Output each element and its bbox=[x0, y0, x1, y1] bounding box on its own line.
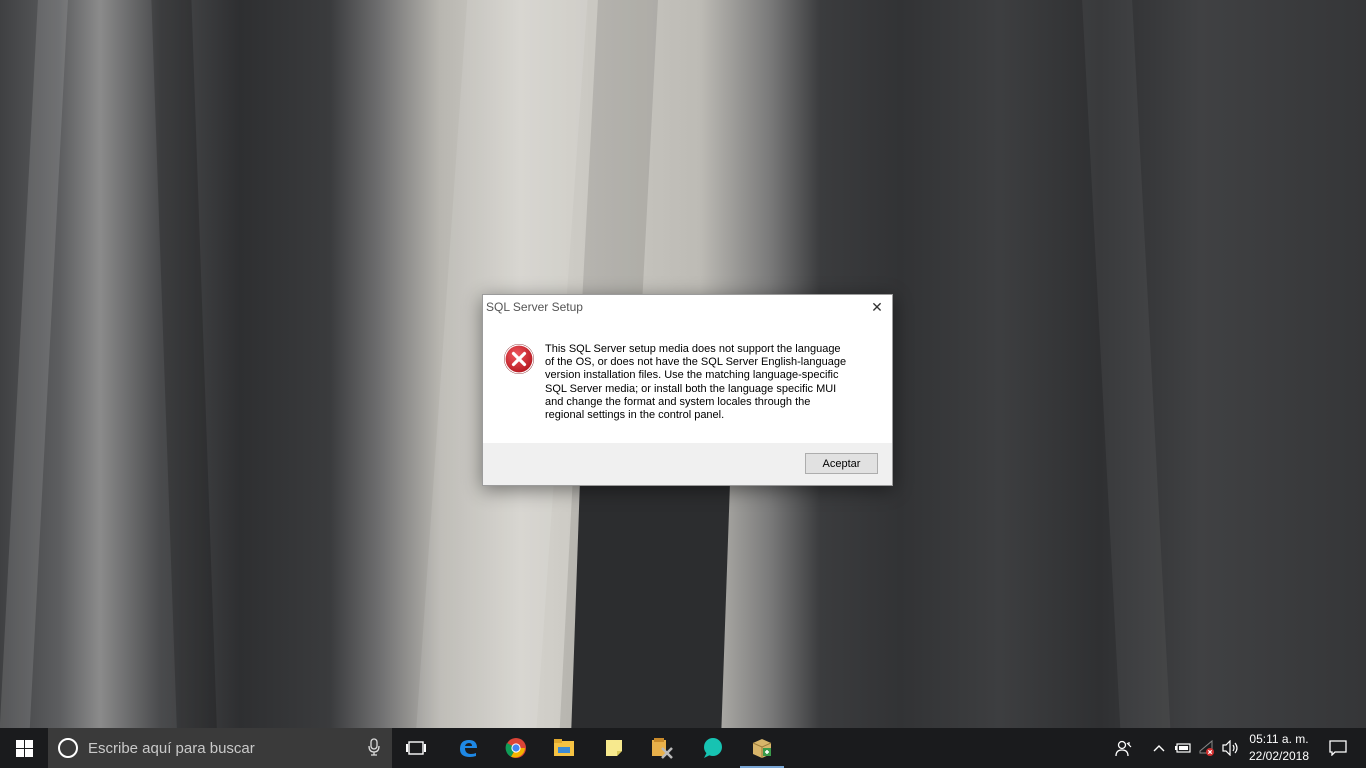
battery-icon bbox=[1175, 743, 1191, 753]
file-explorer-icon bbox=[554, 739, 574, 756]
sticky-notes-icon bbox=[606, 740, 622, 756]
wallpaper-rock-streak bbox=[0, 0, 70, 728]
cortana-icon bbox=[58, 738, 78, 758]
windows-logo-icon bbox=[15, 739, 33, 757]
network-button[interactable] bbox=[1196, 728, 1218, 768]
package-installer-icon bbox=[752, 739, 772, 758]
task-view-button[interactable] bbox=[392, 728, 440, 768]
task-view-icon bbox=[406, 741, 426, 755]
clock-date: 22/02/2018 bbox=[1248, 749, 1310, 763]
accept-button[interactable]: Aceptar bbox=[805, 453, 878, 474]
taskbar: Escribe aquí para buscar 05:11 a. m. 22/… bbox=[0, 728, 1366, 768]
dialog-title: SQL Server Setup bbox=[486, 300, 583, 314]
edge-icon bbox=[460, 740, 477, 757]
teal-app[interactable] bbox=[688, 728, 736, 768]
dialog-titlebar[interactable]: SQL Server Setup ✕ bbox=[483, 295, 892, 319]
clock[interactable]: 05:11 a. m. 22/02/2018 bbox=[1244, 731, 1314, 765]
chrome-icon bbox=[505, 738, 526, 758]
battery-button[interactable] bbox=[1172, 728, 1194, 768]
microphone-icon[interactable] bbox=[368, 738, 380, 756]
network-error-icon bbox=[1199, 739, 1214, 756]
search-box[interactable]: Escribe aquí para buscar bbox=[48, 728, 392, 768]
volume-icon bbox=[1222, 740, 1238, 756]
installer-app[interactable] bbox=[638, 728, 686, 768]
start-button[interactable] bbox=[0, 728, 48, 768]
chevron-up-icon bbox=[1153, 745, 1165, 752]
package-installer-app[interactable] bbox=[738, 728, 786, 768]
action-center-button[interactable] bbox=[1318, 728, 1358, 768]
sticky-notes-app[interactable] bbox=[590, 728, 638, 768]
volume-button[interactable] bbox=[1220, 728, 1242, 768]
search-placeholder: Escribe aquí para buscar bbox=[88, 740, 255, 757]
chrome-app[interactable] bbox=[492, 728, 540, 768]
close-icon[interactable]: ✕ bbox=[862, 295, 892, 319]
error-icon bbox=[504, 344, 534, 374]
wallpaper-rock-streak bbox=[1080, 0, 1173, 728]
dialog-footer: Aceptar bbox=[483, 443, 892, 485]
file-explorer-app[interactable] bbox=[540, 728, 588, 768]
sql-server-setup-dialog: SQL Server Setup ✕ This SQL Server setup… bbox=[482, 294, 893, 486]
notifications-icon bbox=[1329, 740, 1347, 756]
teal-app-icon bbox=[704, 738, 722, 758]
people-icon bbox=[1115, 740, 1132, 757]
clock-time: 05:11 a. m. bbox=[1249, 732, 1309, 746]
people-button[interactable] bbox=[1110, 728, 1138, 768]
edge-app[interactable] bbox=[444, 728, 492, 768]
wallpaper-rock-streak bbox=[570, 480, 730, 728]
wallpaper-rock-streak bbox=[150, 0, 219, 728]
show-hidden-icons-button[interactable] bbox=[1148, 728, 1170, 768]
error-message: This SQL Server setup media does not sup… bbox=[545, 343, 847, 422]
installer-icon bbox=[652, 738, 673, 759]
